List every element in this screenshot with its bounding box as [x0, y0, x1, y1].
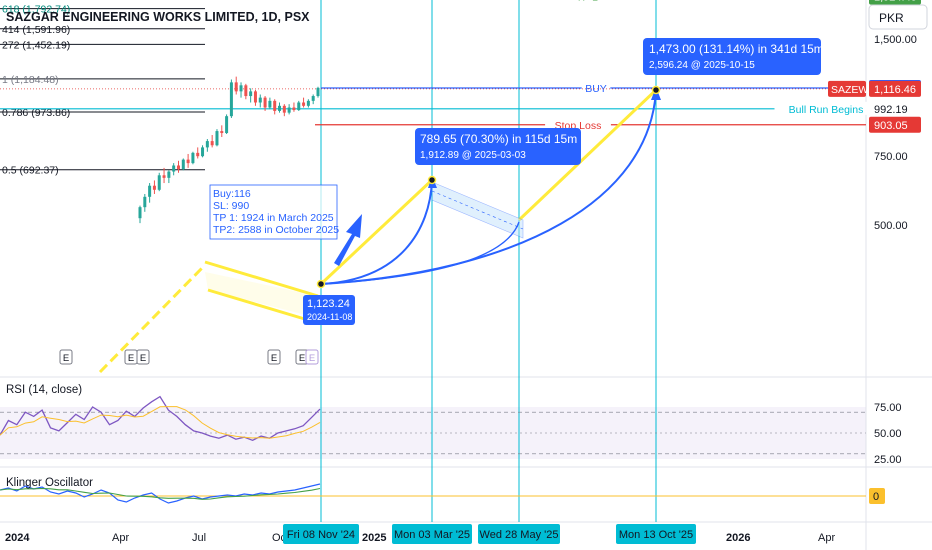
candle-body: [162, 175, 166, 178]
candle-body: [306, 100, 310, 106]
klinger-badge: 0: [873, 491, 879, 503]
price-badge-level: 992.19: [874, 104, 908, 116]
currency-button[interactable]: PKR: [879, 11, 904, 25]
candle-body: [278, 105, 282, 111]
candle-body: [186, 159, 190, 164]
time-marker-label: Fri 08 Nov '24: [287, 529, 355, 541]
candle-body: [239, 85, 243, 92]
anchor-dot: [651, 85, 661, 95]
earnings-marker-label: E: [309, 353, 315, 364]
klinger-pane: [0, 483, 866, 504]
candle-body: [229, 82, 233, 117]
price-tick: 1,500.00: [874, 34, 917, 46]
candle-body: [167, 171, 171, 178]
rsi-tick: 25.00: [874, 454, 902, 466]
time-tick: 2025: [362, 532, 386, 544]
fib-label: 1 (1,184.48): [2, 74, 59, 86]
candle-body: [210, 141, 214, 146]
earnings-marker-label: E: [140, 353, 146, 364]
time-tick: 2024: [5, 532, 30, 544]
time-tick: Apr: [818, 532, 835, 544]
time-marker-label: Mon 03 Mar '25: [394, 529, 470, 541]
candle-body: [176, 165, 180, 170]
chart-canvas: 618 (2,776.97)272 (2,436.43)786 (1,958.0…: [0, 0, 932, 550]
candle-body: [287, 107, 291, 113]
target1-line1: 789.65 (70.30%) in 115d 15m: [420, 132, 577, 146]
klinger-title: Klinger Oscillator: [6, 477, 93, 489]
candle-body: [215, 131, 219, 146]
candle-body: [205, 141, 209, 148]
candle-body: [138, 207, 142, 219]
candle-body: [148, 185, 152, 197]
fib-label: 0.5 (692.37): [2, 165, 59, 177]
entry-price: 1,123.24: [307, 298, 350, 310]
time-tick: Jul: [192, 532, 206, 544]
earnings-marker-label: E: [299, 353, 305, 364]
time-axis: 2024 Apr Jul Oc 2025 2026 AprFri 08 Nov '24 Mon…: [5, 524, 835, 544]
price-badge-level: 1,924.45: [874, 0, 917, 4]
chart-title: SAZGAR ENGINEERING WORKS LIMITED, 1D, PS…: [6, 10, 310, 24]
plan-buy: Buy:116: [213, 188, 251, 200]
candle-body: [196, 152, 200, 157]
candle-body: [191, 152, 195, 164]
earnings-marker-label: E: [63, 353, 69, 364]
target1-line2: 1,912.89 @ 2025-03-03: [420, 150, 526, 161]
target2-line1: 1,473.00 (131.14%) in 341d 15m: [649, 42, 824, 56]
candle-body: [258, 97, 262, 103]
candle-body: [225, 116, 229, 134]
candle-body: [172, 165, 176, 172]
pullback-mid: [431, 190, 524, 230]
fib-label: 272 (1,452.19): [2, 39, 70, 51]
candle-body: [282, 105, 286, 113]
rsi-tick: 50.00: [874, 428, 902, 440]
rsi-title: RSI (14, close): [6, 384, 82, 396]
fib-levels: 618 (2,776.97)272 (2,436.43)786 (1,958.0…: [0, 0, 205, 177]
earnings-marker-label: E: [271, 353, 277, 364]
fib-label: 786 (1,958.09): [2, 0, 70, 1]
candle-body: [316, 87, 320, 97]
time-marker-label: Mon 13 Oct '25: [619, 529, 693, 541]
candle-body: [181, 159, 185, 170]
symbol-tag: SAZEW: [831, 84, 868, 96]
candle-body: [253, 91, 257, 103]
target2-line2: 2,596.24 @ 2025-10-15: [649, 60, 755, 71]
anchor-dot: [427, 175, 437, 185]
candle-body: [302, 102, 306, 106]
candle-body: [220, 131, 224, 134]
level-label: TP 1: [576, 0, 598, 4]
anchor-dot: [316, 279, 326, 289]
candle-body: [297, 102, 301, 111]
candle-body: [268, 100, 272, 108]
candle-body: [234, 82, 238, 92]
candle-body: [263, 97, 267, 108]
time-tick: Apr: [112, 532, 129, 544]
level-label: Bull Run Begins: [789, 104, 864, 116]
rsi-tick: 75.00: [874, 402, 902, 414]
candle-body: [273, 100, 277, 111]
time-marker-label: Wed 28 May '25: [480, 529, 559, 541]
time-tick: 2026: [726, 532, 750, 544]
plan-tp2: TP2: 2588 in October 2025: [213, 224, 339, 236]
candle-body: [201, 147, 205, 157]
entry-date: 2024-11-08: [307, 312, 352, 322]
plan-sl: SL: 990: [213, 200, 249, 212]
candle-body: [244, 85, 248, 97]
trend-line: [98, 263, 207, 374]
earnings-marker-label: E: [128, 353, 134, 364]
price-badge-last: 1,116.46: [874, 84, 916, 96]
plan-tp1: TP 1: 1924 in March 2025: [213, 212, 334, 224]
candle-body: [143, 196, 147, 208]
candle-body: [249, 91, 253, 97]
candle-body: [292, 107, 296, 111]
candle-body: [152, 185, 156, 190]
fib-label: 414 (1,591.96): [2, 24, 70, 36]
price-tick: 500.00: [874, 220, 908, 232]
price-tick: 750.00: [874, 151, 908, 163]
price-badge-level: 903.05: [874, 120, 908, 132]
candle-body: [157, 175, 161, 190]
candle-body: [311, 96, 315, 101]
